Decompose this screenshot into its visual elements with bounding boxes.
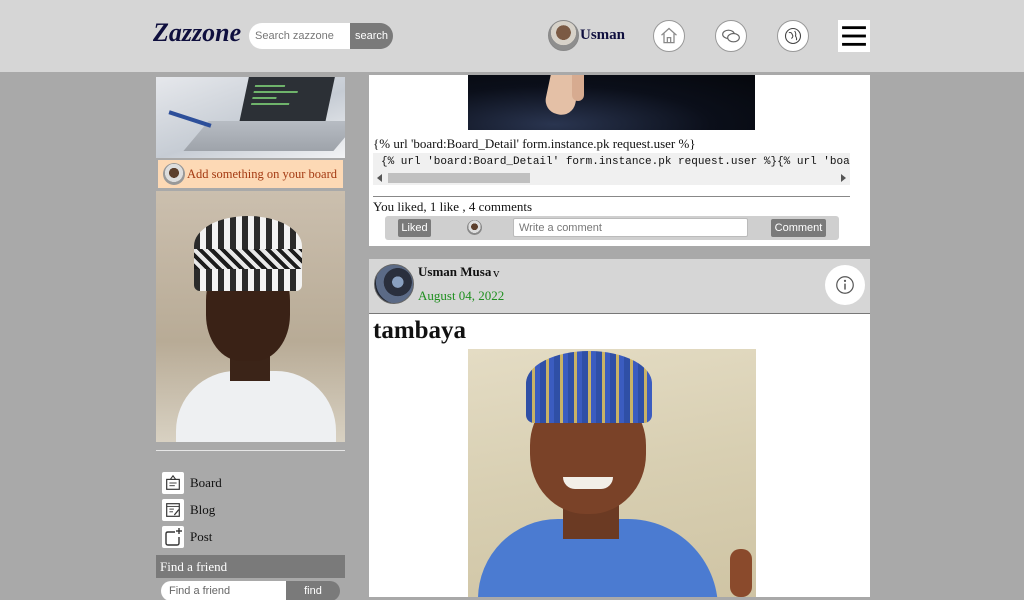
home-button[interactable]	[653, 20, 685, 52]
add-to-board-button[interactable]: Add something on your board	[158, 160, 343, 188]
author-name[interactable]: Usman Musa	[418, 264, 491, 280]
globe-button[interactable]	[777, 20, 809, 52]
find-friend-button[interactable]: find	[286, 581, 340, 600]
comment-bar: Liked Comment	[385, 216, 839, 240]
post-image[interactable]	[468, 75, 755, 130]
hamburger-menu-icon	[842, 26, 866, 46]
search-button[interactable]: search	[350, 23, 393, 49]
blog-icon	[162, 498, 184, 521]
post-text: {% url 'board:Board_Detail' form.instanc…	[373, 136, 696, 151]
sidebar-item-label: Board	[190, 474, 222, 490]
code-block: {% url 'board:Board_Detail' form.instanc…	[373, 153, 850, 171]
menu-button[interactable]	[838, 20, 870, 52]
comment-input[interactable]	[513, 218, 748, 237]
horizontal-scrollbar[interactable]	[373, 171, 850, 185]
reaction-stats[interactable]: You liked, 1 like , 4 comments	[373, 199, 532, 215]
board-icon	[162, 471, 184, 494]
left-sidebar: Add something on your board Board Blog P…	[156, 77, 345, 600]
profile-photo[interactable]	[156, 191, 345, 442]
post-header: Usman Musa v August 04, 2022	[369, 259, 870, 314]
globe-icon	[784, 27, 802, 45]
divider	[373, 196, 850, 197]
post-icon	[162, 525, 184, 548]
search-form: search	[249, 23, 393, 49]
post-info-button[interactable]	[825, 265, 865, 305]
feed-card: {% url 'board:Board_Detail' form.instanc…	[369, 75, 870, 246]
commenter-avatar	[467, 220, 482, 235]
post-image[interactable]	[468, 349, 756, 597]
divider	[156, 450, 345, 451]
site-logo[interactable]: Zazzone	[153, 18, 241, 48]
sidebar-item-blog[interactable]: Blog	[162, 496, 345, 523]
top-navbar: Zazzone search Usman	[0, 0, 1024, 72]
messages-button[interactable]	[715, 20, 747, 52]
post-title: tambaya	[373, 317, 467, 344]
info-icon	[836, 276, 854, 294]
sidebar-item-board[interactable]: Board	[162, 469, 345, 496]
scroll-right-icon[interactable]	[841, 174, 846, 182]
user-name-link[interactable]: Usman	[580, 27, 625, 44]
mini-avatar	[163, 163, 185, 185]
find-friend-form: find	[161, 581, 340, 600]
comment-button[interactable]: Comment	[771, 219, 826, 237]
author-avatar[interactable]	[374, 264, 414, 304]
scroll-left-icon[interactable]	[377, 174, 382, 182]
like-button[interactable]: Liked	[398, 219, 431, 237]
sidebar-item-label: Blog	[190, 501, 216, 517]
chat-bubbles-icon	[722, 29, 740, 43]
search-input[interactable]	[249, 23, 351, 49]
home-icon	[661, 27, 677, 44]
find-friend-heading: Find a friend	[156, 555, 345, 578]
add-board-label: Add something on your board	[187, 166, 337, 181]
author-badge: v	[493, 265, 500, 280]
feed-card: Usman Musa v August 04, 2022 tambaya	[369, 259, 870, 597]
post-date: August 04, 2022	[418, 288, 505, 303]
user-avatar[interactable]	[548, 20, 579, 51]
cover-image	[156, 77, 345, 158]
scrollbar-thumb[interactable]	[388, 173, 530, 183]
sidebar-item-label: Post	[190, 528, 213, 544]
find-friend-input[interactable]	[161, 581, 287, 600]
sidebar-nav: Board Blog Post	[162, 469, 345, 550]
sidebar-item-post[interactable]: Post	[162, 523, 345, 550]
